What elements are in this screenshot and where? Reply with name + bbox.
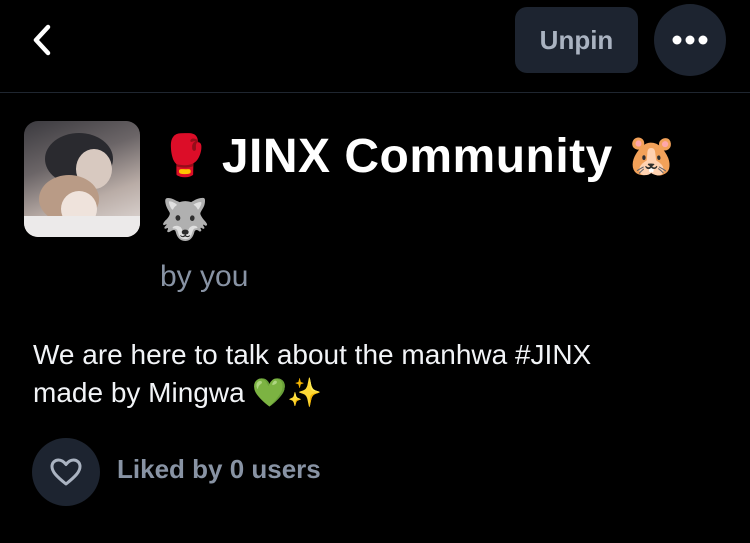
more-horizontal-icon: [672, 35, 708, 45]
like-button[interactable]: [32, 438, 100, 506]
community-title-row: 🥊 JINX Community 🐹: [160, 126, 677, 186]
community-title-row-2: 🐺: [160, 192, 210, 248]
wolf-emoji: 🐺: [160, 198, 210, 242]
header-divider: [0, 92, 750, 93]
hamster-emoji: 🐹: [626, 134, 677, 178]
likes-count-label: Liked by 0 users: [117, 454, 321, 484]
boxing-glove-emoji: 🥊: [160, 134, 210, 178]
description-line-2: made by Mingwa 💚✨: [33, 377, 323, 408]
community-owner: by you: [160, 260, 249, 293]
heart-icon: [50, 458, 82, 486]
chevron-left-icon: [33, 24, 51, 56]
back-button[interactable]: [24, 20, 60, 60]
community-title: JINX Community: [221, 129, 613, 183]
description-line-1: We are here to talk about the manhwa #JI…: [33, 339, 592, 370]
top-bar: Unpin: [0, 0, 750, 92]
community-cover-image: [24, 121, 140, 237]
more-options-button[interactable]: [654, 4, 726, 76]
unpin-button[interactable]: Unpin: [515, 7, 638, 73]
community-description: We are here to talk about the manhwa #JI…: [33, 336, 723, 412]
